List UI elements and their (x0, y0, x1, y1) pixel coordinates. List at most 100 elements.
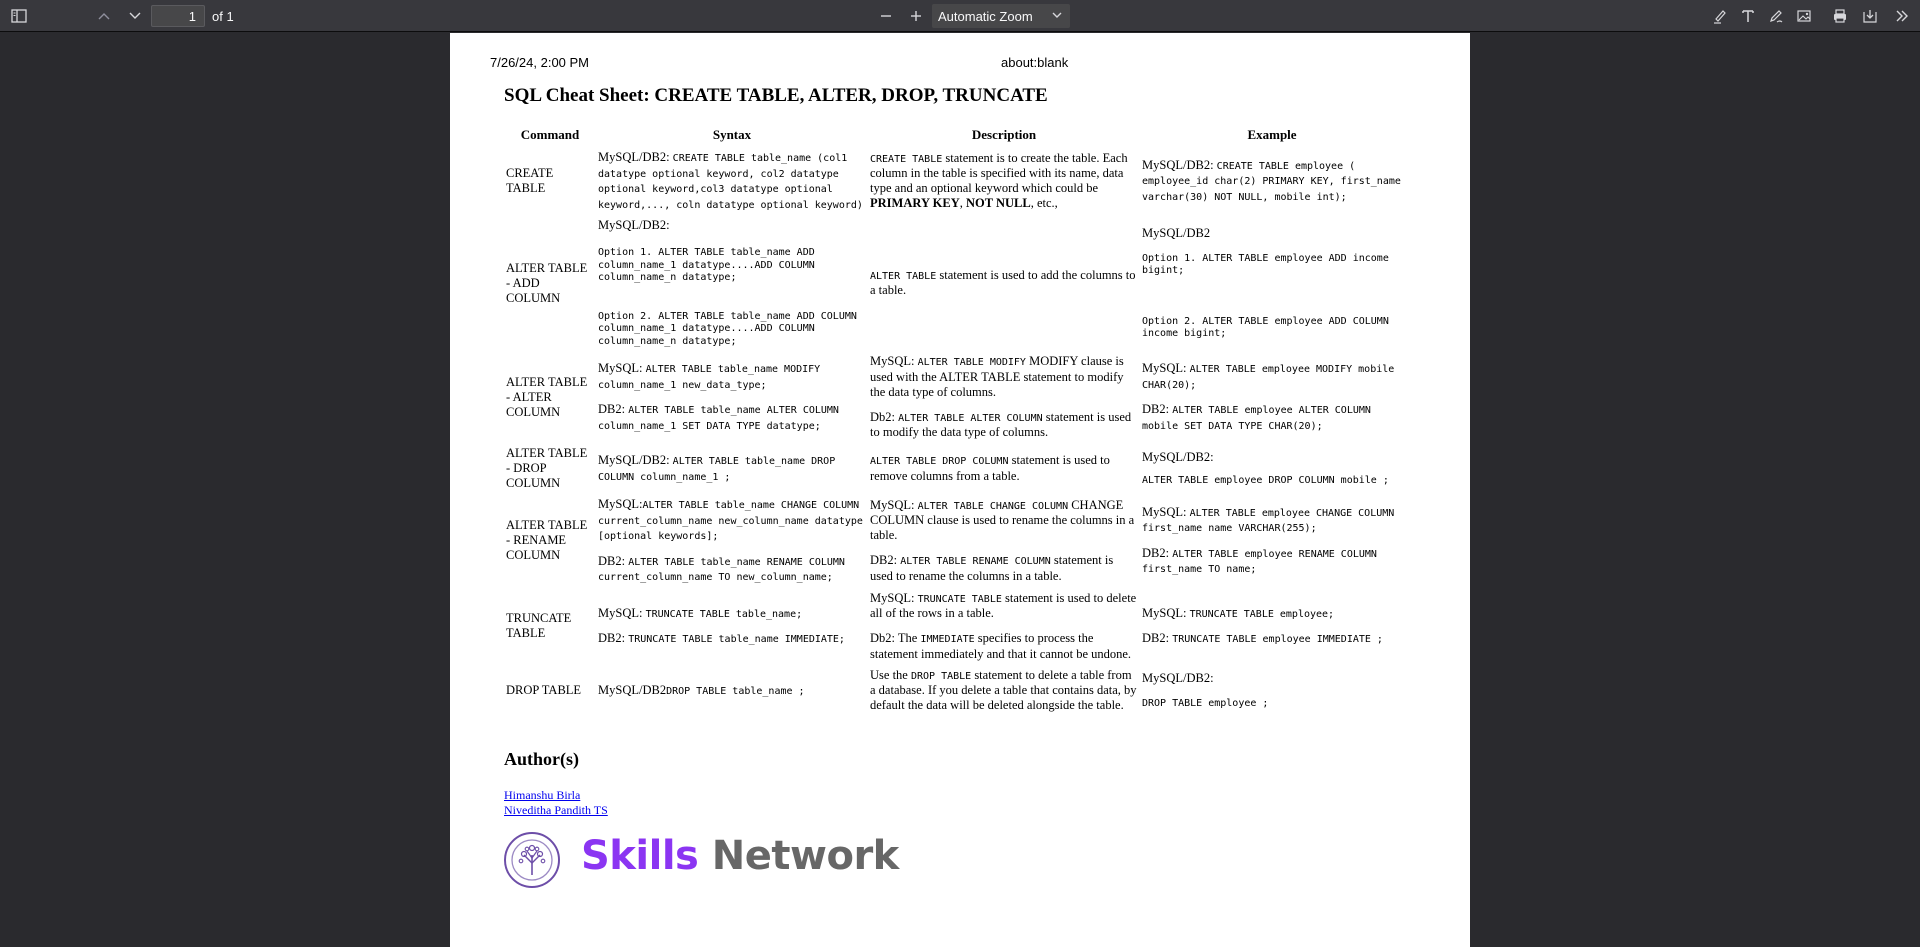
description-cell: Use the DROP TABLE statement to delete a… (868, 665, 1140, 717)
table-row: CREATE TABLE MySQL/DB2: CREATE TABLE tab… (504, 147, 1404, 215)
table-row: ALTER TABLE - DROP COLUMN MySQL/DB2: ALT… (504, 443, 1404, 494)
example-cell: MySQL: TRUNCATE TABLE employee; DB2: TRUN… (1140, 588, 1404, 665)
zoom-in-icon[interactable] (904, 4, 928, 28)
syntax-dialect: MySQL/DB2: (598, 453, 673, 467)
syntax-cell: MySQL: ALTER TABLE table_name MODIFY col… (596, 351, 868, 443)
more-tools-icon[interactable] (1890, 4, 1914, 28)
example-code: TRUNCATE TABLE employee; (1189, 608, 1335, 620)
example-dialect: MySQL/DB2: (1142, 670, 1214, 685)
column-header: Description (971, 127, 1037, 142)
page-number-input[interactable] (151, 5, 205, 27)
table-row: DROP TABLE MySQL/DB2DROP TABLE table_nam… (504, 665, 1404, 717)
cheat-sheet-table: Command Syntax Description Example CREAT… (504, 125, 1404, 716)
description-code: TRUNCATE TABLE (917, 593, 1002, 605)
syntax-dialect: MySQL/DB2 (598, 682, 667, 697)
command-cell: CREATE TABLE (506, 166, 554, 195)
syntax-code: DROP TABLE table_name ; (666, 685, 805, 697)
syntax-dialect: DB2: (598, 402, 629, 416)
page-count: of 1 (212, 9, 234, 24)
syntax-cell: MySQL/DB2: CREATE TABLE table_name (col1… (596, 147, 868, 215)
zoom-out-icon[interactable] (874, 4, 898, 28)
example-cell: MySQL/DB2: ALTER TABLE employee DROP COLU… (1140, 443, 1404, 494)
example-dialect: DB2: (1142, 545, 1173, 560)
chevron-down-icon (1050, 8, 1064, 25)
print-icon[interactable] (1828, 4, 1852, 28)
description-code: ALTER TABLE ALTER COLUMN (898, 412, 1043, 424)
author-link[interactable]: Himanshu Birla (504, 788, 580, 803)
example-cell: MySQL/DB2: DROP TABLE employee ; (1140, 665, 1404, 717)
description-code: CREATE TABLE (870, 153, 943, 165)
example-code: Option 2. ALTER TABLE employee ADD COLUM… (1142, 315, 1389, 340)
table-row: ALTER TABLE - ADD COLUMN MySQL/DB2: Optio… (504, 215, 1404, 351)
authors-heading: Author(s) (504, 749, 579, 769)
command-cell: ALTER TABLE - DROP COLUMN (506, 446, 588, 490)
example-cell: MySQL/DB2 Option 1. ALTER TABLE employee … (1140, 215, 1404, 351)
syntax-code: TRUNCATE TABLE table_name; (645, 608, 803, 620)
command-cell: ALTER TABLE - RENAME COLUMN (506, 518, 588, 563)
description-keyword: PRIMARY KEY (870, 196, 960, 211)
highlight-icon[interactable] (1708, 4, 1732, 28)
description-code: ALTER TABLE RENAME COLUMN (900, 556, 1051, 568)
command-cell: TRUNCATE TABLE (506, 611, 572, 640)
description-cell: ALTER TABLE statement is used to add the… (868, 215, 1140, 351)
syntax-code: Option 1. ALTER TABLE table_name ADD col… (598, 247, 815, 283)
syntax-code: TRUNCATE TABLE table_name IMMEDIATE; (628, 634, 845, 645)
text-icon[interactable] (1736, 4, 1760, 28)
example-code: ALTER TABLE employee ALTER COLUMN mobile… (1142, 405, 1371, 432)
example-code: TRUNCATE TABLE employee IMMEDIATE ; (1172, 634, 1383, 645)
author-link[interactable]: Niveditha Pandith TS (504, 803, 608, 818)
syntax-cell: MySQL: TRUNCATE TABLE table_name; DB2: TR… (596, 588, 868, 665)
example-code: ALTER TABLE employee RENAME COLUMN first… (1142, 548, 1377, 576)
syntax-code: ALTER TABLE table_name RENAME COLUMN cur… (598, 556, 845, 584)
pdf-page: 7/26/24, 2:00 PM about:blank SQL Cheat S… (450, 33, 1470, 947)
column-header: Command (520, 127, 580, 142)
document-viewer[interactable]: 7/26/24, 2:00 PM about:blank SQL Cheat S… (0, 33, 1920, 947)
command-cell: ALTER TABLE - ADD COLUMN (506, 260, 588, 305)
example-dialect: MySQL/DB2 (1142, 225, 1211, 240)
description-code: ALTER TABLE MODIFY (917, 357, 1026, 368)
description-dialect: DB2: (870, 553, 901, 568)
description-text: Use the (870, 667, 911, 682)
example-dialect: MySQL: (1142, 605, 1190, 620)
column-header: Example (1247, 127, 1297, 142)
description-code: ALTER TABLE DROP COLUMN (870, 456, 1009, 468)
syntax-cell: MySQL:ALTER TABLE table_name CHANGE COLU… (596, 494, 868, 588)
syntax-dialect: MySQL: (598, 605, 646, 620)
pdf-toolbar: of 1 Automatic Zoom (0, 0, 1920, 32)
zoom-select[interactable]: Automatic Zoom (932, 4, 1070, 28)
syntax-dialect: DB2: (598, 553, 629, 568)
skills-network-logo-icon (503, 831, 561, 889)
description-dialect: Db2: (870, 409, 899, 424)
example-dialect: MySQL/DB2: (1142, 157, 1217, 172)
description-cell: MySQL: ALTER TABLE MODIFY MODIFY clause … (868, 351, 1140, 443)
example-cell: MySQL: ALTER TABLE employee CHANGE COLUM… (1140, 494, 1404, 588)
skills-network-wordmark: Skills Network (581, 833, 899, 879)
description-code: IMMEDIATE (920, 634, 975, 645)
table-row: ALTER TABLE - RENAME COLUMN MySQL:ALTER … (504, 494, 1404, 588)
table-header-row: Command Syntax Description Example (504, 125, 1404, 147)
save-icon[interactable] (1858, 4, 1882, 28)
sidebar-toggle-icon[interactable] (6, 4, 32, 28)
description-code: ALTER TABLE (870, 270, 937, 282)
description-cell: MySQL: ALTER TABLE CHANGE COLUMN CHANGE … (868, 494, 1140, 588)
page-title: SQL Cheat Sheet: CREATE TABLE, ALTER, DR… (504, 85, 1048, 106)
description-code: DROP TABLE (910, 670, 972, 682)
command-cell: ALTER TABLE - ALTER COLUMN (506, 374, 588, 419)
example-dialect: MySQL: (1142, 361, 1190, 375)
draw-icon[interactable] (1764, 4, 1788, 28)
page-up-icon[interactable] (92, 4, 116, 28)
image-icon[interactable] (1792, 4, 1816, 28)
description-cell: MySQL: TRUNCATE TABLE statement is used … (868, 588, 1140, 665)
syntax-dialect: MySQL: (598, 497, 643, 511)
syntax-code: ALTER TABLE table_name ALTER COLUMN colu… (598, 405, 839, 432)
syntax-code: Option 2. ALTER TABLE table_name ADD COL… (598, 310, 857, 347)
syntax-cell: MySQL/DB2: Option 1. ALTER TABLE table_na… (596, 215, 868, 351)
syntax-cell: MySQL/DB2DROP TABLE table_name ; (596, 665, 868, 717)
example-cell: MySQL/DB2: CREATE TABLE employee ( emplo… (1140, 147, 1404, 215)
print-url: about:blank (1001, 55, 1069, 70)
syntax-dialect: MySQL/DB2: (598, 150, 673, 164)
page-down-icon[interactable] (123, 4, 147, 28)
example-code: ALTER TABLE employee DROP COLUMN mobile … (1142, 474, 1389, 486)
brand-skills: Skills (581, 833, 699, 879)
table-row: TRUNCATE TABLE MySQL: TRUNCATE TABLE tab… (504, 588, 1404, 665)
